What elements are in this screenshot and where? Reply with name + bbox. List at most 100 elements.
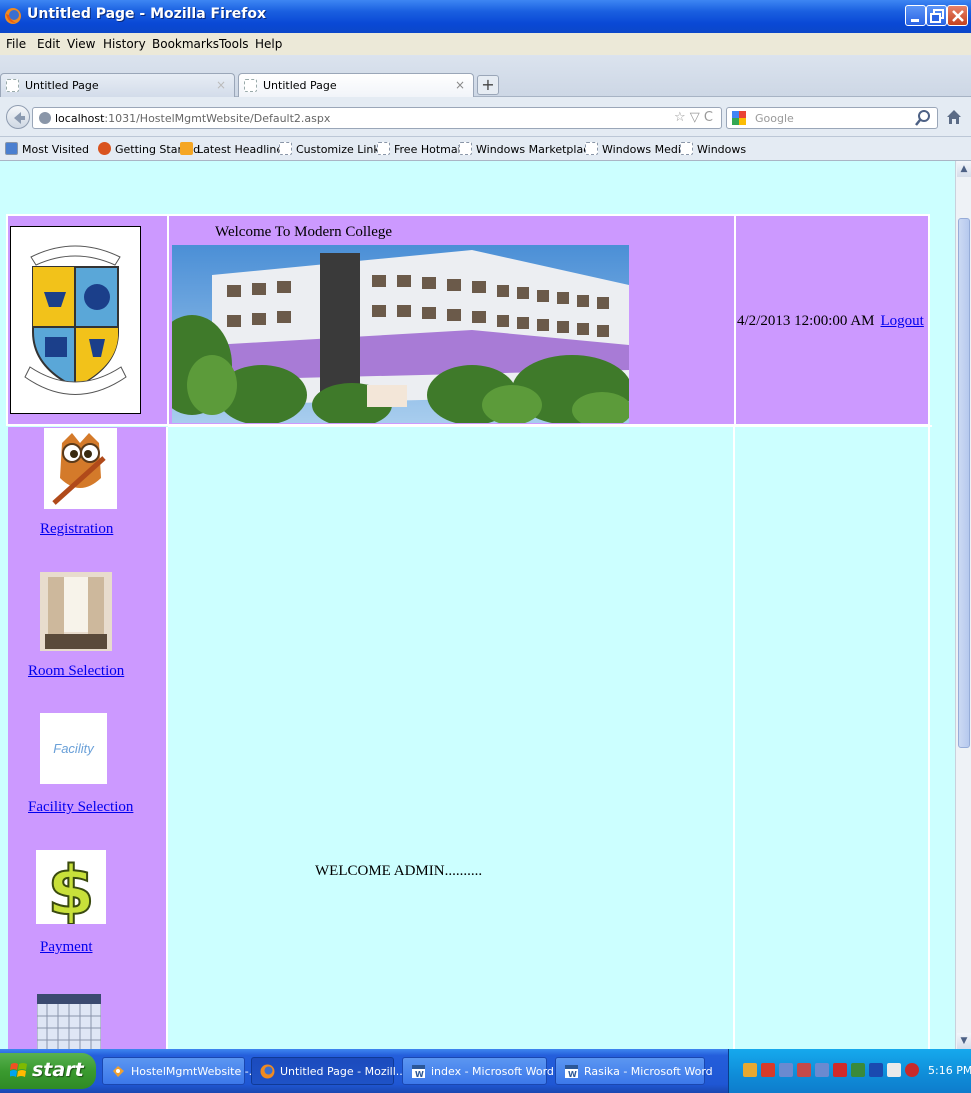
page-icon	[279, 142, 292, 155]
page-icon	[377, 142, 390, 155]
room-selection-icon[interactable]	[40, 572, 112, 651]
menu-edit[interactable]: Edit	[37, 37, 60, 51]
datetime-display: 4/2/2013 12:00:00 AM Logout	[737, 313, 924, 330]
navigation-bar: localhost:1031/HostelMgmtWebsite/Default…	[0, 97, 971, 137]
tray-app-icon[interactable]	[851, 1063, 865, 1077]
firefox-icon	[5, 8, 21, 24]
minimize-button[interactable]	[905, 5, 926, 26]
column-divider	[928, 425, 930, 1049]
tab-close-icon[interactable]: ×	[216, 78, 226, 92]
taskbar-item-label: Rasika - Microsoft Word	[584, 1065, 713, 1078]
firefox-icon	[260, 1064, 275, 1079]
firefox-bookmark-icon	[98, 142, 111, 155]
facility-selection-icon[interactable]: Facility	[40, 713, 107, 784]
college-logo	[10, 226, 141, 414]
taskbar-item-hostelmgmt[interactable]: HostelMgmtWebsite -...	[102, 1057, 259, 1085]
bookmarks-toolbar: Most Visited Getting Started Latest Head…	[0, 137, 971, 161]
vertical-scrollbar[interactable]: ▲ ▼	[955, 161, 971, 1049]
google-icon	[732, 111, 746, 125]
url-bar-tools[interactable]: ☆ ▽ C	[674, 110, 713, 125]
taskbar-item-word-index[interactable]: W index - Microsoft Word	[402, 1057, 554, 1085]
bookmark-windows[interactable]: Windows	[680, 142, 746, 156]
rss-icon	[180, 142, 193, 155]
sidebar-link-facility-selection[interactable]: Facility Selection	[28, 799, 133, 816]
bookmark-windows-marketplace[interactable]: Windows Marketplace	[459, 142, 596, 156]
tray-network-icon[interactable]	[743, 1063, 757, 1077]
start-label: start	[32, 1059, 84, 1081]
menu-help[interactable]: Help	[255, 37, 282, 51]
windows-logo-icon	[10, 1063, 27, 1077]
tray-q-icon[interactable]	[833, 1063, 847, 1077]
bluetooth-icon[interactable]	[869, 1063, 883, 1077]
page-icon	[6, 79, 19, 92]
taskbar-item-word-rasika[interactable]: W Rasika - Microsoft Word	[555, 1057, 713, 1085]
back-button[interactable]	[6, 105, 30, 129]
bookmark-most-visited[interactable]: Most Visited	[5, 142, 89, 156]
bookmark-free-hotmail[interactable]: Free Hotmail	[377, 142, 464, 156]
menu-file[interactable]: File	[6, 37, 26, 51]
sidebar-link-room-selection[interactable]: Room Selection	[28, 663, 124, 680]
scrollbar-thumb[interactable]	[958, 218, 970, 748]
most-visited-icon	[5, 142, 18, 155]
sidebar-link-registration[interactable]: Registration	[40, 521, 113, 538]
site-identity-icon	[39, 112, 51, 124]
tab-close-icon[interactable]: ×	[455, 78, 465, 92]
url-bar[interactable]: localhost:1031/HostelMgmtWebsite/Default…	[32, 107, 722, 129]
maximize-button[interactable]	[926, 5, 947, 26]
search-engine-label: Google	[755, 112, 794, 125]
menu-tools[interactable]: Tools	[219, 37, 249, 51]
menu-view[interactable]: View	[67, 37, 95, 51]
svg-text:W: W	[568, 1070, 577, 1079]
close-button[interactable]	[947, 5, 968, 26]
system-tray: 5:16 PM	[728, 1049, 971, 1093]
taskbar-clock[interactable]: 5:16 PM	[928, 1064, 971, 1077]
taskbar-item-label: index - Microsoft Word	[431, 1065, 554, 1078]
url-text: localhost:1031/HostelMgmtWebsite/Default…	[55, 112, 331, 125]
window-title: Untitled Page - Mozilla Firefox	[27, 6, 267, 22]
tab-label: Untitled Page	[263, 79, 337, 92]
tab-strip: Untitled Page × Untitled Page × +	[0, 55, 971, 97]
bookmark-windows-media[interactable]: Windows Media	[585, 142, 688, 156]
title-bar: Untitled Page - Mozilla Firefox	[0, 0, 971, 33]
bookmark-customize-links[interactable]: Customize Links	[279, 142, 386, 156]
owl-registration-icon[interactable]	[44, 428, 117, 509]
tray-clock-app-icon[interactable]	[905, 1063, 919, 1077]
tray-connection-icon[interactable]	[797, 1063, 811, 1077]
back-arrow-icon	[14, 112, 25, 124]
visual-studio-icon	[113, 1066, 124, 1077]
welcome-admin-message: WELCOME ADMIN..........	[315, 863, 483, 879]
taskbar-item-firefox[interactable]: Untitled Page - Mozill...	[251, 1057, 406, 1085]
page-icon	[585, 142, 598, 155]
search-icon[interactable]	[915, 110, 931, 126]
bookmark-latest-headlines[interactable]: Latest Headlines	[180, 142, 289, 156]
logout-link[interactable]: Logout	[881, 313, 924, 329]
welcome-heading: Welcome To Modern College	[215, 224, 393, 240]
menu-bar: File Edit View History Bookmarks Tools H…	[0, 33, 971, 55]
sidebar-link-payment[interactable]: Payment	[40, 939, 93, 956]
row-divider	[168, 425, 932, 427]
tab-untitled-1[interactable]: Untitled Page ×	[0, 73, 235, 97]
search-box[interactable]: Google	[726, 107, 938, 129]
tray-connection-icon[interactable]	[779, 1063, 793, 1077]
taskbar-item-label: HostelMgmtWebsite -...	[131, 1065, 260, 1078]
minimize-icon	[911, 19, 919, 22]
scroll-down-arrow-icon[interactable]: ▼	[957, 1033, 971, 1049]
college-crest-icon	[24, 245, 127, 395]
tab-label: Untitled Page	[25, 79, 99, 92]
college-building-photo	[172, 245, 629, 423]
start-button[interactable]: start	[0, 1053, 96, 1089]
svg-text:$: $	[47, 852, 94, 924]
menu-history[interactable]: History	[103, 37, 146, 51]
new-tab-button[interactable]: +	[477, 75, 499, 95]
tray-device-icon[interactable]	[887, 1063, 901, 1077]
tray-connection-icon[interactable]	[815, 1063, 829, 1077]
page-viewport: Welcome To Modern College 4/2/2013 12:00…	[0, 161, 955, 1049]
tray-antivirus-icon[interactable]	[761, 1063, 775, 1077]
page-icon	[244, 79, 257, 92]
home-icon[interactable]	[946, 109, 962, 125]
calendar-icon[interactable]	[37, 994, 101, 1049]
tab-untitled-2[interactable]: Untitled Page ×	[238, 73, 474, 97]
dollar-payment-icon[interactable]: $	[36, 850, 106, 924]
menu-bookmarks[interactable]: Bookmarks	[152, 37, 219, 51]
scroll-up-arrow-icon[interactable]: ▲	[957, 161, 971, 177]
